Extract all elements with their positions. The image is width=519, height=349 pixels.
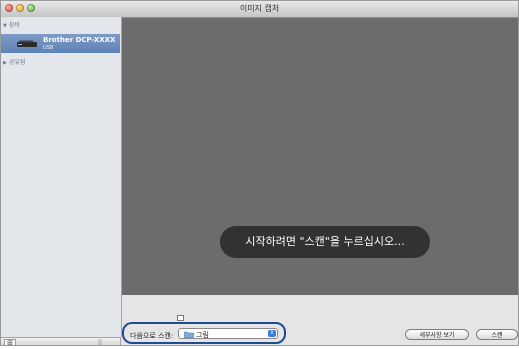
scan-to-label: 다음으로 스캔: [130, 332, 174, 340]
select-arrows-icon: ⇕ [268, 330, 276, 337]
scan-preview-area: 시작하려면 "스캔"을 누르십시오... [122, 18, 518, 295]
show-details-button[interactable]: 세부사항 보기 [405, 329, 469, 340]
scan-controls-bar: 다음으로 스캔: 그림 ⇕ 세부사항 보기 스캔 [122, 295, 518, 345]
add-button[interactable]: ⊞ [4, 339, 16, 345]
start-instruction-message: 시작하려면 "스캔"을 누르십시오... [220, 226, 430, 258]
window-title: 이미지 캡처 [239, 4, 280, 13]
title-bar: 이미지 캡처 [1, 1, 518, 18]
disclosure-triangle-icon: ▶ [3, 60, 7, 66]
checkbox-row[interactable] [177, 315, 186, 322]
scanner-icon [17, 40, 37, 47]
image-capture-window: 이미지 캡처 ▼ 장비 Brother DCP-XXXX USB ▶ 공유됨 ⊞ |… [0, 0, 519, 346]
scan-to-value: 그림 [196, 331, 209, 339]
device-connection: USB [43, 45, 54, 51]
scan-to-select[interactable]: 그림 ⇕ [178, 328, 278, 339]
sidebar-item-scanner[interactable]: Brother DCP-XXXX USB [1, 34, 120, 53]
devices-header-label: 장비 [8, 22, 20, 29]
folder-icon [184, 331, 194, 338]
scan-button[interactable]: 스캔 [476, 329, 518, 340]
shared-section-header[interactable]: ▶ 공유됨 [3, 57, 25, 66]
option-checkbox[interactable] [177, 315, 184, 321]
sidebar: ▼ 장비 Brother DCP-XXXX USB ▶ 공유됨 [1, 17, 122, 337]
shared-header-label: 공유됨 [8, 59, 26, 66]
devices-section-header[interactable]: ▼ 장비 [3, 20, 20, 29]
sidebar-bottom-bar: ⊞ || [1, 337, 121, 345]
resize-grip-icon[interactable]: || [98, 339, 102, 345]
disclosure-triangle-icon: ▼ [3, 23, 7, 29]
device-name: Brother DCP-XXXX [43, 36, 116, 44]
